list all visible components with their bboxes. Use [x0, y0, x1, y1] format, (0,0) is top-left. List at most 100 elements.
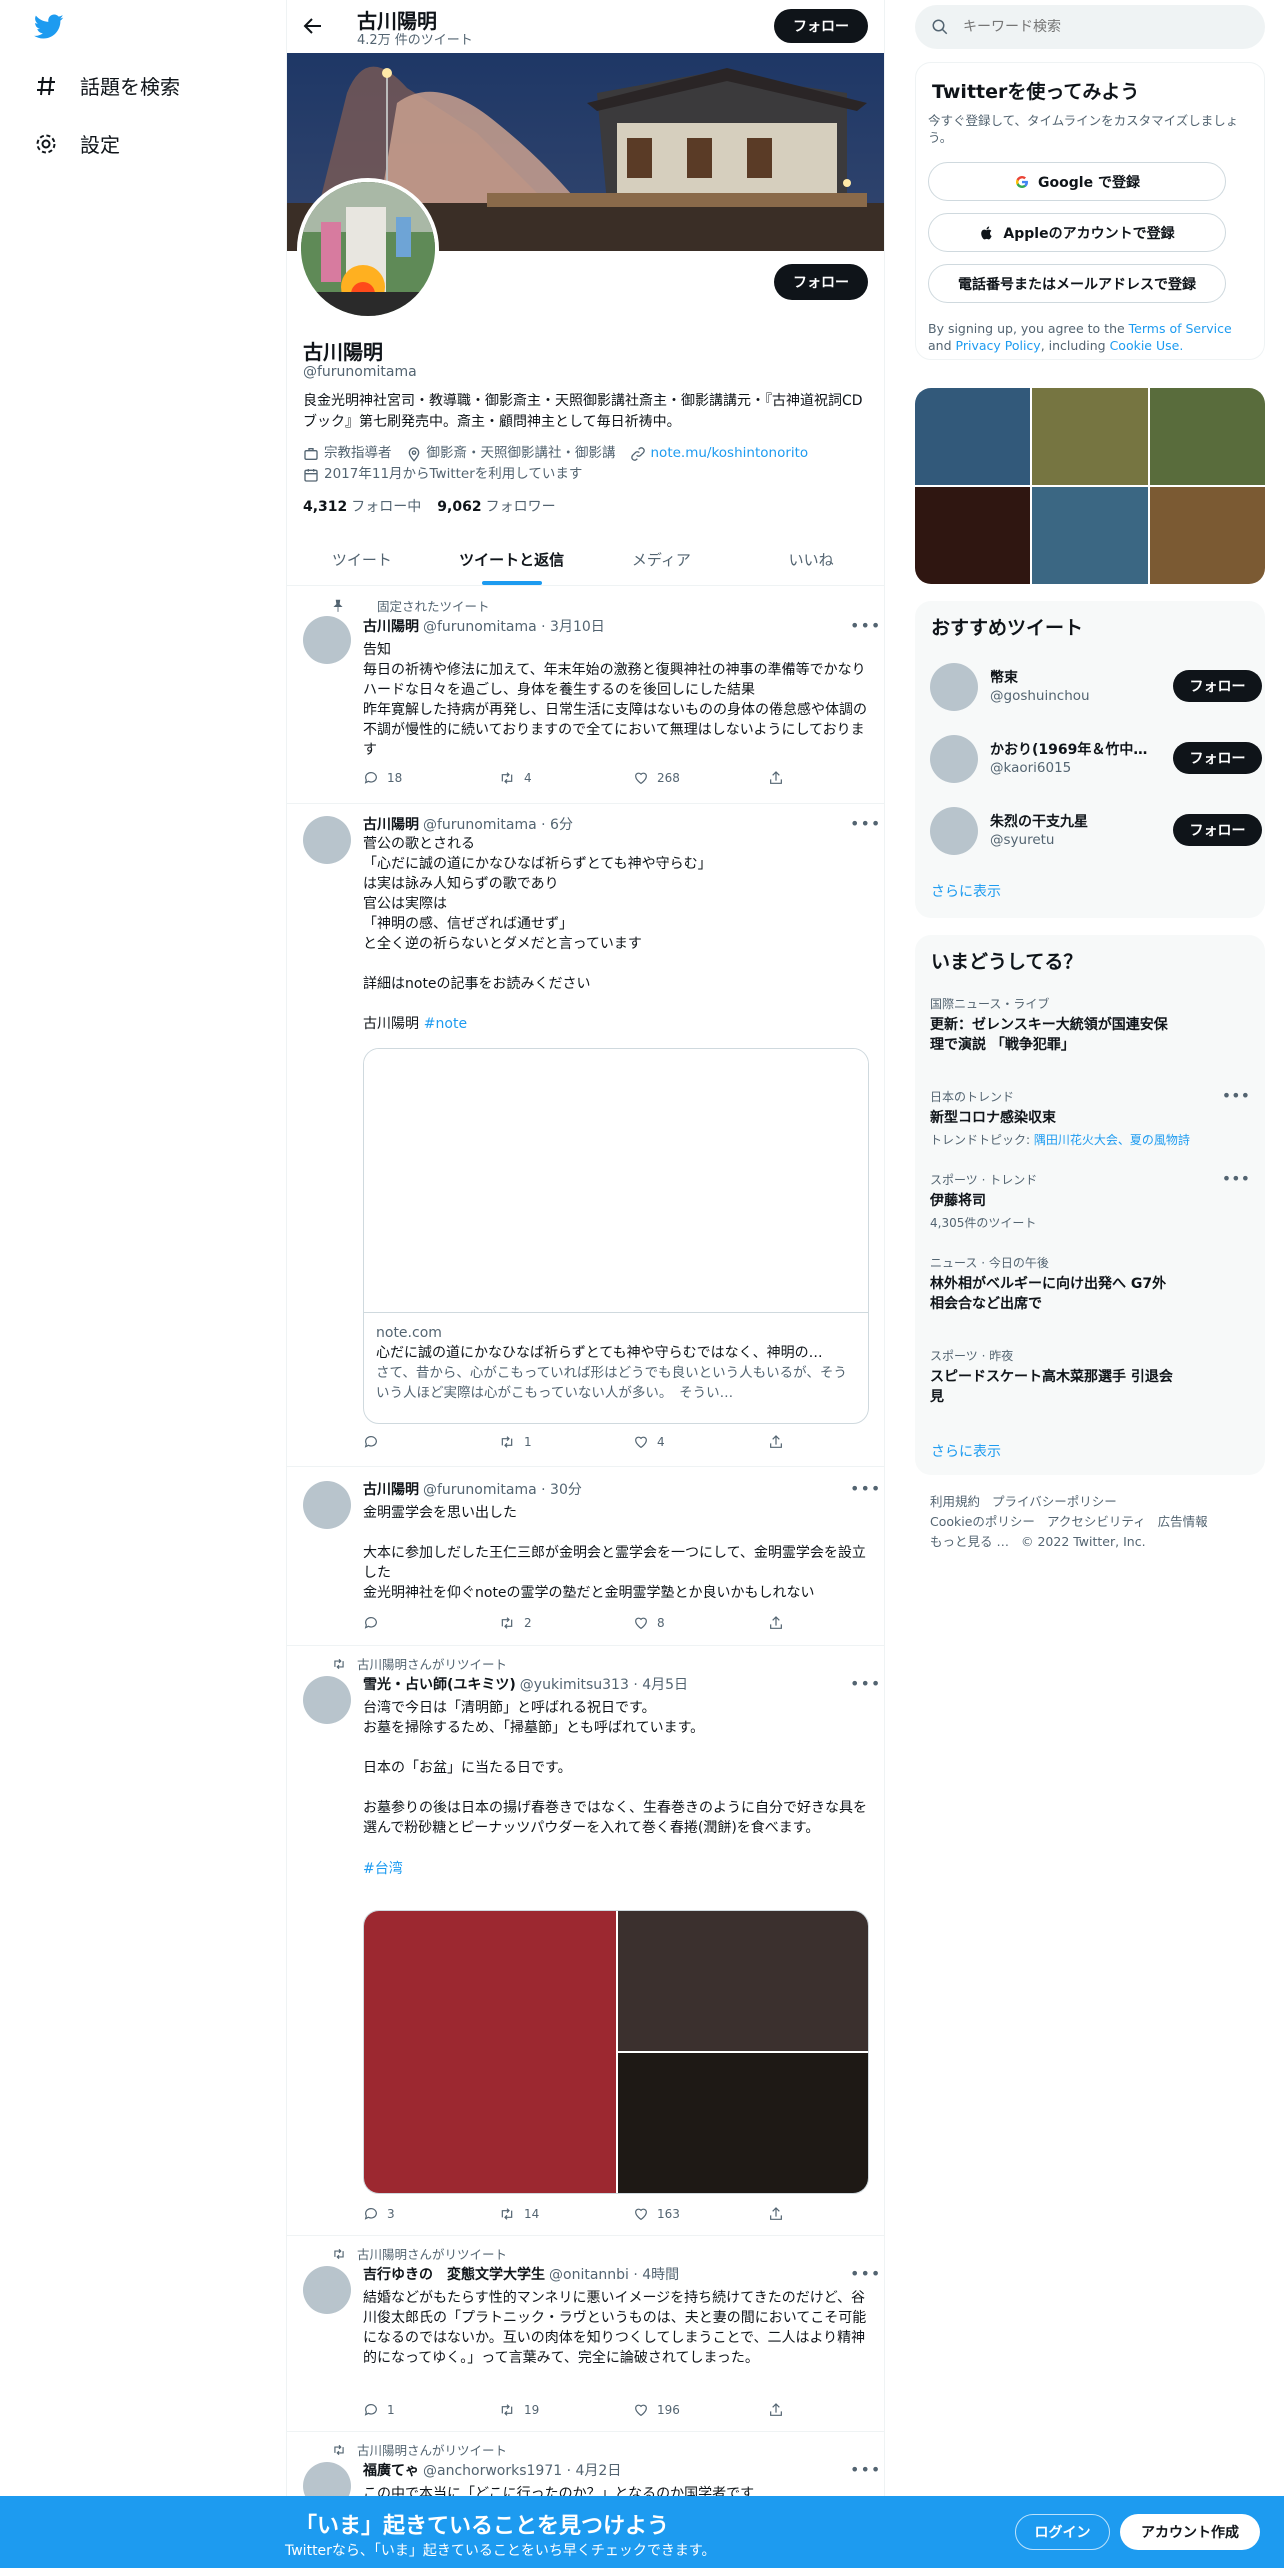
rec-user[interactable]: かおり(1969年＆竹中… @kaori6015 フォロー: [930, 733, 1262, 785]
tab-tweets-replies[interactable]: ツイートと返信: [437, 533, 587, 585]
tweet-hashtag[interactable]: #台湾: [363, 1858, 870, 1878]
back-arrow-icon[interactable]: [301, 14, 325, 38]
tweet-avatar[interactable]: [303, 2266, 351, 2314]
rec-user[interactable]: 幣束 @goshuinchou フォロー: [930, 661, 1262, 713]
mosaic-image[interactable]: [915, 388, 1031, 485]
rec-avatar[interactable]: [930, 735, 978, 783]
more-icon[interactable]: •••: [850, 814, 880, 833]
nav-settings[interactable]: 設定: [34, 129, 120, 158]
tweet-avatar[interactable]: [303, 1481, 351, 1529]
recs-show-more[interactable]: さらに表示: [931, 881, 1001, 901]
tab-tweets[interactable]: ツイート: [287, 533, 437, 585]
tweet-hashtag[interactable]: #note: [424, 1016, 467, 1032]
footer-link[interactable]: アクセシビリティ: [1047, 1514, 1146, 1529]
retweet-button[interactable]: 19: [498, 2402, 633, 2418]
tweet-author[interactable]: 雪光・占い師(ユキミツ): [363, 1677, 516, 1693]
trends-show-more[interactable]: さらに表示: [931, 1441, 1001, 1461]
share-button[interactable]: [768, 2206, 784, 2222]
more-icon[interactable]: •••: [850, 1479, 880, 1498]
tweet-author[interactable]: 古川陽明: [363, 817, 419, 833]
retweet-button[interactable]: 14: [498, 2206, 633, 2222]
rec-follow-button[interactable]: フォロー: [1173, 814, 1262, 846]
share-button[interactable]: [768, 770, 784, 786]
search-bar[interactable]: [915, 5, 1265, 49]
mosaic-image[interactable]: [1032, 487, 1148, 584]
rec-follow-button[interactable]: フォロー: [1173, 742, 1262, 774]
nav-explore[interactable]: 話題を検索: [34, 71, 180, 100]
more-icon[interactable]: •••: [850, 2264, 880, 2283]
share-button[interactable]: [768, 2402, 784, 2418]
privacy-link[interactable]: Privacy Policy: [956, 338, 1041, 353]
tweet-item[interactable]: 古川陽明さんがリツイート 雪光・占い師(ユキミツ) @yukimitsu313 ·…: [287, 1646, 884, 2236]
reply-button[interactable]: [363, 1434, 498, 1450]
footer-link[interactable]: もっと見る …: [930, 1534, 1009, 1549]
footer-link[interactable]: プライバシーポリシー: [992, 1494, 1117, 1509]
media-image[interactable]: [364, 1911, 616, 2193]
trend-item[interactable]: スポーツ · 昨夜 スピードスケート高木菜那選手 引退会見: [930, 1347, 1180, 1407]
reply-button[interactable]: 3: [363, 2206, 498, 2222]
phone-email-signup-button[interactable]: 電話番号またはメールアドレスで登録: [928, 264, 1226, 303]
profile-url-link[interactable]: note.mu/koshintonorito: [651, 443, 809, 464]
more-icon[interactable]: •••: [850, 616, 880, 635]
tweet-item[interactable]: 古川陽明 @furunomitama · 30分 金明霊学会を思い出した 大本に参…: [287, 1467, 884, 1646]
share-button[interactable]: [768, 1434, 784, 1450]
signup-button[interactable]: アカウント作成: [1120, 2514, 1260, 2550]
rec-avatar[interactable]: [930, 663, 978, 711]
search-input[interactable]: [963, 19, 1223, 35]
reply-button[interactable]: 1: [363, 2402, 498, 2418]
following-link[interactable]: 4,312 フォロー中: [303, 496, 421, 516]
trend-item[interactable]: スポーツ · トレンド 伊藤将司 4,305件のツイート •••: [930, 1169, 1250, 1231]
tweet-time[interactable]: · 4時間: [633, 2267, 679, 2283]
rec-follow-button[interactable]: フォロー: [1173, 670, 1262, 702]
share-button[interactable]: [768, 1615, 784, 1631]
retweet-button[interactable]: 4: [498, 770, 633, 786]
reply-button[interactable]: [363, 1615, 498, 1631]
mosaic-image[interactable]: [915, 487, 1031, 584]
media-grid[interactable]: [363, 1910, 869, 2194]
more-icon[interactable]: •••: [850, 2460, 880, 2479]
tweet-item[interactable]: 古川陽明さんがリツイート 吉行ゆきの 変態文学大学生 @onitannbi · 4…: [287, 2236, 884, 2432]
tab-likes[interactable]: いいね: [736, 533, 884, 585]
header-follow-button[interactable]: フォロー: [774, 9, 868, 43]
reply-button[interactable]: 18: [363, 770, 498, 786]
tweet-time[interactable]: · 6分: [541, 817, 573, 833]
like-button[interactable]: 196: [633, 2402, 768, 2418]
tweet-avatar[interactable]: [303, 816, 351, 864]
like-button[interactable]: 4: [633, 1434, 768, 1450]
tweet-author[interactable]: 古川陽明: [363, 619, 419, 635]
tab-media[interactable]: メディア: [587, 533, 737, 585]
media-image[interactable]: [618, 1911, 868, 2051]
like-button[interactable]: 268: [633, 770, 768, 786]
like-button[interactable]: 163: [633, 2206, 768, 2222]
trend-item[interactable]: 日本のトレンド 新型コロナ感染収束 トレンドトピック: 隅田川花火大会、夏の風物…: [930, 1086, 1250, 1148]
tweet-time[interactable]: · 4月5日: [633, 1677, 688, 1693]
tweet-item[interactable]: 古川陽明 @furunomitama · 6分 菅公の歌とされる 「心だに誠の道に…: [287, 804, 884, 1467]
more-icon[interactable]: •••: [850, 1674, 880, 1693]
tweet-avatar[interactable]: [303, 616, 351, 664]
login-button[interactable]: ログイン: [1015, 2514, 1110, 2550]
apple-signup-button[interactable]: Appleのアカウントで登録: [928, 213, 1226, 252]
tweet-avatar[interactable]: [303, 1676, 351, 1724]
mosaic-image[interactable]: [1149, 388, 1265, 485]
profile-follow-button[interactable]: フォロー: [774, 264, 868, 300]
google-signup-button[interactable]: Google で登録: [928, 162, 1226, 201]
tweet-author[interactable]: 吉行ゆきの 変態文学大学生: [363, 2267, 545, 2283]
trend-item[interactable]: ニュース · 今日の午後 林外相がベルギーに向け出発へ G7外相会合など出席で: [930, 1254, 1180, 1314]
rec-user[interactable]: 朱烈の干支九星 @syuretu フォロー: [930, 805, 1262, 857]
retweet-button[interactable]: 1: [498, 1434, 633, 1450]
tweet-time[interactable]: · 3月10日: [541, 619, 605, 635]
tweet-time[interactable]: · 4月2日: [567, 2463, 622, 2479]
media-image[interactable]: [618, 2053, 868, 2193]
link-card[interactable]: note.com 心だに誠の道にかなひなば祈らずとても神や守らむではなく、神明の…: [363, 1048, 869, 1424]
footer-link[interactable]: Cookieのポリシー: [930, 1514, 1035, 1529]
tweet-time[interactable]: · 30分: [541, 1482, 582, 1498]
tweet-author[interactable]: 古川陽明: [363, 1482, 419, 1498]
trend-item[interactable]: 国際ニュース・ライブ 更新：ゼレンスキー大統領が国連安保理で演説 「戦争犯罪」: [930, 995, 1180, 1055]
footer-link[interactable]: 広告情報: [1158, 1514, 1208, 1529]
followers-link[interactable]: 9,062 フォロワー: [437, 496, 555, 516]
trend-more-icon[interactable]: •••: [1222, 1086, 1250, 1105]
mosaic-image[interactable]: [1149, 487, 1265, 584]
tweet-item[interactable]: 固定されたツイート 古川陽明 @furunomitama · 3月10日 告知 毎…: [287, 586, 884, 804]
cookie-link[interactable]: Cookie Use.: [1110, 338, 1184, 353]
footer-link[interactable]: 利用規約: [930, 1494, 980, 1509]
